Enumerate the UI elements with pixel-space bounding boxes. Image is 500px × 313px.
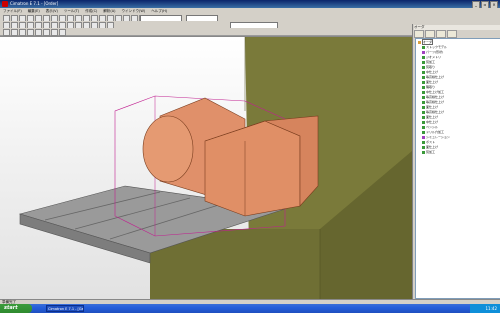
tool-icon[interactable]: [3, 29, 10, 36]
tree-node[interactable]: オーダ: [418, 39, 434, 45]
post-icon: [422, 140, 425, 144]
window-title: Cimatron E 7.1 - [Order]: [10, 1, 59, 6]
process-tree: オーダ ストックモデル パーツ(形状) ジオメトリ 荒加工 荒取り 中仕上げ 等…: [415, 38, 500, 299]
start-button[interactable]: start: [0, 304, 32, 313]
tree-node[interactable]: 面仕上げ: [422, 80, 438, 84]
tree-node[interactable]: 中仕上げ: [422, 120, 438, 124]
procedure-icon[interactable]: [11, 29, 18, 36]
operation-icon: [422, 100, 425, 104]
operation-icon: [422, 70, 425, 74]
tree-node[interactable]: ストックモデル: [422, 45, 447, 49]
stock-icon[interactable]: [19, 29, 26, 36]
operation-icon: [422, 110, 425, 114]
machine-icon[interactable]: [59, 29, 66, 36]
tree-node[interactable]: 隅取り: [422, 85, 435, 89]
tree-node[interactable]: ポスト: [422, 140, 435, 144]
operation-icon: [422, 105, 425, 109]
verify-icon[interactable]: [35, 29, 42, 36]
tree-node[interactable]: 等高線仕上げ: [422, 100, 444, 104]
tree-node[interactable]: ドリル穴加工: [422, 130, 444, 134]
menu-view[interactable]: 表示(V): [46, 9, 58, 14]
tree-node[interactable]: 等高線仕上げ: [422, 110, 444, 114]
tree-node[interactable]: 面仕上げ: [422, 115, 438, 119]
operation-icon: [422, 60, 425, 64]
tree-node[interactable]: ジオメトリ: [422, 55, 441, 59]
menu-tools[interactable]: ツール(T): [64, 9, 79, 14]
tree-node[interactable]: 荒加工: [422, 60, 435, 64]
menu-file[interactable]: ファイル(F): [3, 9, 22, 14]
tree-node[interactable]: 荒取り: [422, 65, 435, 69]
post-icon[interactable]: [43, 29, 50, 36]
panel-tabs: [414, 30, 500, 38]
app-icon: [2, 1, 8, 7]
operation-icon: [422, 120, 425, 124]
tree-node[interactable]: シミュレーション: [422, 135, 450, 139]
operation-icon: [422, 95, 425, 99]
tree-node[interactable]: 荒加工: [422, 150, 435, 154]
panel-tab-4[interactable]: [447, 30, 457, 38]
system-tray-clock: 11:42: [470, 304, 500, 313]
graphics-viewport[interactable]: [0, 36, 412, 300]
panel-tab-3[interactable]: [436, 30, 446, 38]
folder-icon: [418, 40, 421, 44]
part-icon: [422, 50, 425, 54]
menu-analysis[interactable]: 解析(A): [103, 9, 115, 14]
tree-node[interactable]: 等高線仕上げ: [422, 95, 444, 99]
tree-node[interactable]: 面仕上げ: [422, 145, 438, 149]
geometry-icon: [422, 55, 425, 59]
menu-window[interactable]: ウインドウ(W): [122, 9, 146, 14]
stock-icon: [422, 45, 425, 49]
taskbar-app-button[interactable]: Cimatron E 7.1 - [Ge...: [46, 305, 84, 312]
operation-icon: [422, 65, 425, 69]
operation-icon: [422, 75, 425, 79]
operation-icon: [422, 150, 425, 154]
menu-help[interactable]: ヘルプ(H): [151, 9, 167, 14]
panel-tab-1[interactable]: [414, 30, 424, 38]
taskbar: start Cimatron E 7.1 - [Ge... 11:42: [0, 304, 500, 313]
tree-node[interactable]: ペンシル: [422, 125, 438, 129]
report-icon[interactable]: [51, 29, 58, 36]
manager-panel: オーダ オーダ ストックモデル パーツ(形状) ジオメトリ 荒加工 荒取り 中仕…: [412, 24, 500, 299]
panel-tab-2[interactable]: [425, 30, 435, 38]
operation-icon: [422, 80, 425, 84]
tree-node[interactable]: パーツ(形状): [422, 50, 443, 54]
tree-node[interactable]: 中仕上げ加工: [422, 90, 444, 94]
operation-icon: [422, 125, 425, 129]
tree-node[interactable]: 中仕上げ: [422, 70, 438, 74]
title-bar: Cimatron E 7.1 - [Order] _ ▫ ×: [0, 0, 500, 9]
menu-create[interactable]: 作成(C): [85, 9, 97, 14]
operation-icon: [422, 115, 425, 119]
menu-edit[interactable]: 編集(E): [28, 9, 40, 14]
operation-icon: [422, 90, 425, 94]
tree-node[interactable]: 等高線仕上げ: [422, 75, 444, 79]
tree-node[interactable]: 面仕上げ: [422, 105, 438, 109]
operation-icon: [422, 130, 425, 134]
scene-3d: [18, 37, 412, 300]
operation-icon: [422, 85, 425, 89]
simulate-icon[interactable]: [27, 29, 34, 36]
cylinder-part: [142, 115, 194, 183]
operation-icon: [422, 145, 425, 149]
simulation-icon: [422, 135, 425, 139]
